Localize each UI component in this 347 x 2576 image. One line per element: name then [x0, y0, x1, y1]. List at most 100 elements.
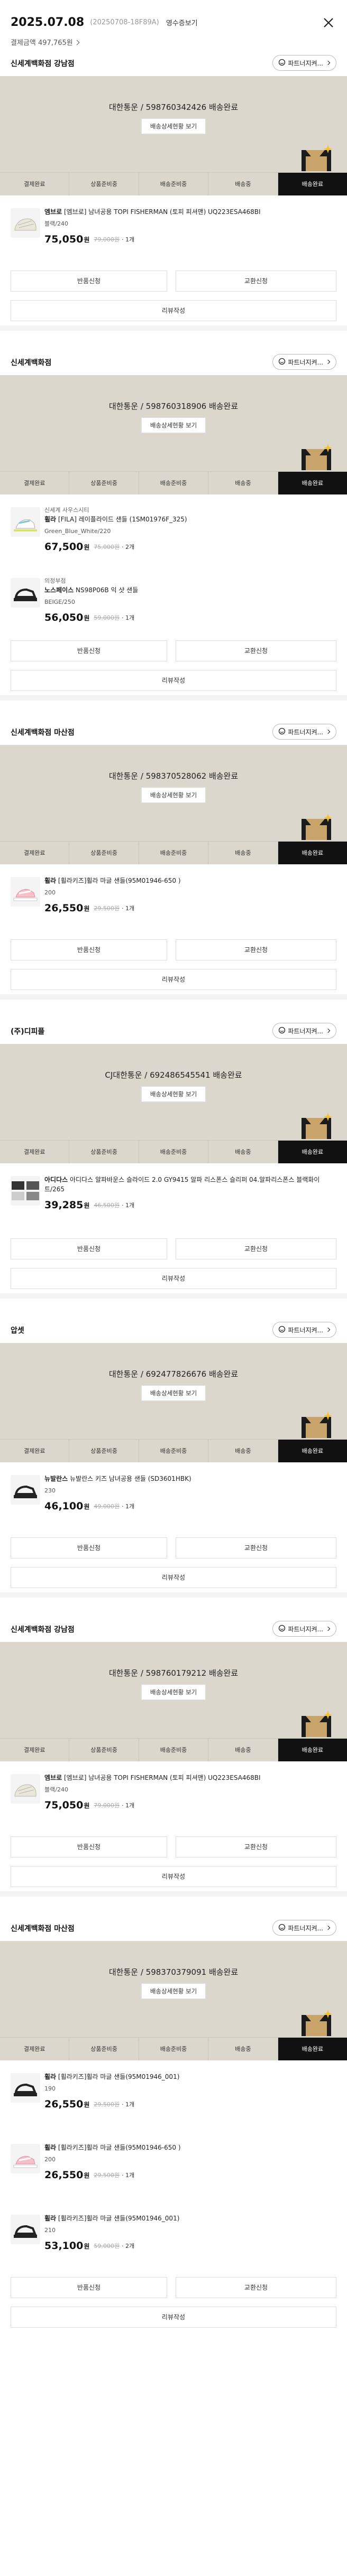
product-name[interactable]: 휠라 [휠라키즈]휠라 마글 샌들(95M01946_001)	[44, 2072, 336, 2082]
contact-partner-button[interactable]: 파트너지켜...	[272, 354, 336, 370]
write-review-button[interactable]: 리뷰작성	[11, 1866, 336, 1887]
tracking-detail-button[interactable]: 배송상세현황 보기	[141, 1983, 206, 1999]
order-item[interactable]: 휠라 [휠라키즈]휠라 마글 샌들(95M01946_001) 210 53,100…	[0, 2202, 347, 2273]
product-image[interactable]	[11, 1475, 40, 1505]
exchange-request-button[interactable]: 교환신청	[176, 1836, 336, 1858]
write-review-button[interactable]: 리뷰작성	[11, 1268, 336, 1289]
tracking-detail-button[interactable]: 배송상세현황 보기	[141, 1086, 206, 1102]
quantity: · 1개	[121, 614, 135, 621]
tracking-detail-button[interactable]: 배송상세현황 보기	[141, 1684, 206, 1700]
product-name[interactable]: 뉴발란스 뉴발란스 키즈 남녀공용 샌들 (SD3601HBK)	[44, 1474, 336, 1483]
product-name[interactable]: 엠브로 [엠브로] 남녀공용 TOPI FISHERMAN (토피 피셔맨) U…	[44, 1773, 336, 1782]
tracking-detail-button[interactable]: 배송상세현황 보기	[141, 1385, 206, 1401]
progress-step: 배송완료	[278, 842, 347, 864]
product-image[interactable]	[11, 2073, 40, 2103]
contact-partner-button[interactable]: 파트너지켜...	[272, 55, 336, 71]
review-row: 리뷰작성	[0, 1563, 347, 1592]
original-price: 75,000원	[94, 544, 120, 550]
write-review-button[interactable]: 리뷰작성	[11, 969, 336, 990]
sale-price: 67,500	[44, 541, 84, 553]
product-image[interactable]	[11, 2144, 40, 2173]
return-request-button[interactable]: 반품신청	[11, 939, 167, 960]
return-request-button[interactable]: 반품신청	[11, 270, 167, 292]
contact-partner-button[interactable]: 파트너지켜...	[272, 1322, 336, 1338]
return-request-button[interactable]: 반품신청	[11, 1537, 167, 1558]
delivery-progress: 결제완료 상품준비중 배송준비중 배송중 배송완료	[0, 841, 347, 864]
branch-name: 신세계 사우스시티	[44, 507, 89, 514]
return-request-button[interactable]: 반품신청	[11, 2277, 167, 2298]
write-review-button[interactable]: 리뷰작성	[11, 300, 336, 321]
chevron-right-icon	[325, 1626, 331, 1631]
order-item[interactable]: 엠브로 [엠브로] 남녀공용 TOPI FISHERMAN (토피 피셔맨) U…	[0, 195, 347, 266]
return-request-button[interactable]: 반품신청	[11, 1238, 167, 1259]
product-name[interactable]: 노스페이스 NS98P06B 익 샷 샌들	[44, 585, 336, 595]
product-name[interactable]: 휠라 [FILA] 레이플라이드 샌들 (1SM01976F_325)	[44, 515, 336, 524]
order-section: 신세계백화점 파트너지켜... 대한통운 / 598760318906 배송완료 배송…	[0, 348, 347, 695]
progress-step: 상품준비중	[69, 1141, 139, 1163]
order-item[interactable]: 휠라 [휠라키즈]휠라 마글 샌들(95M01946-650 ) 200 26,55…	[0, 2131, 347, 2202]
order-date: 2025.07.08	[11, 16, 85, 29]
order-item[interactable]: 휠라 [휠라키즈]휠라 마글 샌들(95M01946_001) 190 26,550…	[0, 2060, 347, 2131]
chevron-right-icon	[325, 729, 331, 734]
tracking-detail-button[interactable]: 배송상세현황 보기	[141, 417, 206, 433]
exchange-request-button[interactable]: 교환신청	[176, 270, 336, 292]
product-name[interactable]: 휠라 [휠라키즈]휠라 마글 샌들(95M01946-650 )	[44, 2143, 336, 2152]
delivery-status-text: 대한통운 / 598760179212 배송완료	[108, 1668, 239, 1678]
brand-name: 엠브로	[44, 1774, 62, 1781]
exchange-request-button[interactable]: 교환신청	[176, 1238, 336, 1259]
write-review-button[interactable]: 리뷰작성	[11, 1567, 336, 1588]
branch-name: 의정부점	[44, 577, 66, 584]
order-item[interactable]: 엠브로 [엠브로] 남녀공용 TOPI FISHERMAN (토피 피셔맨) U…	[0, 1761, 347, 1832]
contact-partner-button[interactable]: 파트너지켜...	[272, 724, 336, 740]
contact-partner-button[interactable]: 파트너지켜...	[272, 1920, 336, 1936]
exchange-request-button[interactable]: 교환신청	[176, 939, 336, 960]
product-image[interactable]	[11, 507, 40, 537]
receipt-link[interactable]: 영수증보기	[166, 17, 198, 27]
price-row: 39,285원 46,500원 · 1개	[44, 1199, 336, 1211]
contact-partner-button[interactable]: 파트너지켜...	[272, 1621, 336, 1637]
brand-name: 휠라	[44, 2073, 57, 2080]
product-image[interactable]	[11, 208, 40, 238]
product-name[interactable]: 아디다스 아디다스 알파바운스 슬라이드 2.0 GY9415 알파 리스폰스 …	[44, 1175, 336, 1194]
product-image[interactable]	[11, 1774, 40, 1804]
product-info: 뉴발란스 뉴발란스 키즈 남녀공용 샌들 (SD3601HBK) 230 46,10…	[44, 1474, 336, 1512]
product-name[interactable]: 엠브로 [엠브로] 남녀공용 TOPI FISHERMAN (토피 피셔맨) U…	[44, 207, 336, 217]
currency-label: 원	[84, 236, 90, 244]
product-title: [휠라키즈]휠라 마글 샌들(95M01946_001)	[58, 2215, 180, 2222]
store-row: (주)디피플 파트너지켜...	[0, 1016, 347, 1044]
product-info: 휠라 [휠라키즈]휠라 마글 샌들(95M01946_001) 190 26,550…	[44, 2072, 336, 2110]
review-row: 리뷰작성	[0, 296, 347, 325]
chat-icon	[278, 1924, 288, 1933]
close-icon[interactable]	[322, 16, 335, 30]
product-image[interactable]	[11, 578, 40, 608]
order-item[interactable]: 신세계 사우스시티 휠라 [FILA] 레이플라이드 샌들 (1SM01976F_…	[0, 494, 347, 565]
product-image[interactable]	[11, 2215, 40, 2244]
tracking-detail-button[interactable]: 배송상세현황 보기	[141, 118, 206, 134]
order-item[interactable]: 의정부점 노스페이스 NS98P06B 익 샷 샌들 BEIGE/250 56,050…	[0, 565, 347, 636]
store-row: 신세계백화점 파트너지켜...	[0, 348, 347, 375]
order-item[interactable]: 아디다스 아디다스 알파바운스 슬라이드 2.0 GY9415 알파 리스폰스 …	[0, 1163, 347, 1234]
payment-amount[interactable]: 결제금액 497,765원	[11, 37, 80, 47]
price-row: 67,500원 75,000원 · 2개	[44, 541, 336, 553]
return-request-button[interactable]: 반품신청	[11, 640, 167, 661]
exchange-request-button[interactable]: 교환신청	[176, 2277, 336, 2298]
delivery-banner: 대한통운 / 598760342426 배송완료 배송상세현황 보기	[0, 76, 347, 172]
product-name[interactable]: 휠라 [휠라키즈]휠라 마글 샌들(95M01946-650 )	[44, 876, 336, 885]
product-image[interactable]	[11, 1176, 40, 1206]
tracking-detail-button[interactable]: 배송상세현황 보기	[141, 787, 206, 803]
product-name[interactable]: 휠라 [휠라키즈]휠라 마글 샌들(95M01946_001)	[44, 2214, 336, 2223]
sale-price: 26,550	[44, 2098, 84, 2110]
write-review-button[interactable]: 리뷰작성	[11, 670, 336, 691]
price-row: 75,050원 79,000원 · 1개	[44, 1799, 336, 1811]
order-item[interactable]: 휠라 [휠라키즈]휠라 마글 샌들(95M01946-650 ) 200 26,55…	[0, 864, 347, 935]
contact-partner-button[interactable]: 파트너지켜...	[272, 1023, 336, 1039]
exchange-request-button[interactable]: 교환신청	[176, 640, 336, 661]
write-review-button[interactable]: 리뷰작성	[11, 2307, 336, 2328]
order-item[interactable]: 뉴발란스 뉴발란스 키즈 남녀공용 샌들 (SD3601HBK) 230 46,10…	[0, 1462, 347, 1533]
progress-step: 결제완료	[0, 2038, 70, 2060]
product-image[interactable]	[11, 877, 40, 907]
product-info: 휠라 [휠라키즈]휠라 마글 샌들(95M01946_001) 210 53,100…	[44, 2214, 336, 2252]
product-info: 아디다스 아디다스 알파바운스 슬라이드 2.0 GY9415 알파 리스폰스 …	[44, 1175, 336, 1211]
exchange-request-button[interactable]: 교환신청	[176, 1537, 336, 1558]
return-request-button[interactable]: 반품신청	[11, 1836, 167, 1858]
